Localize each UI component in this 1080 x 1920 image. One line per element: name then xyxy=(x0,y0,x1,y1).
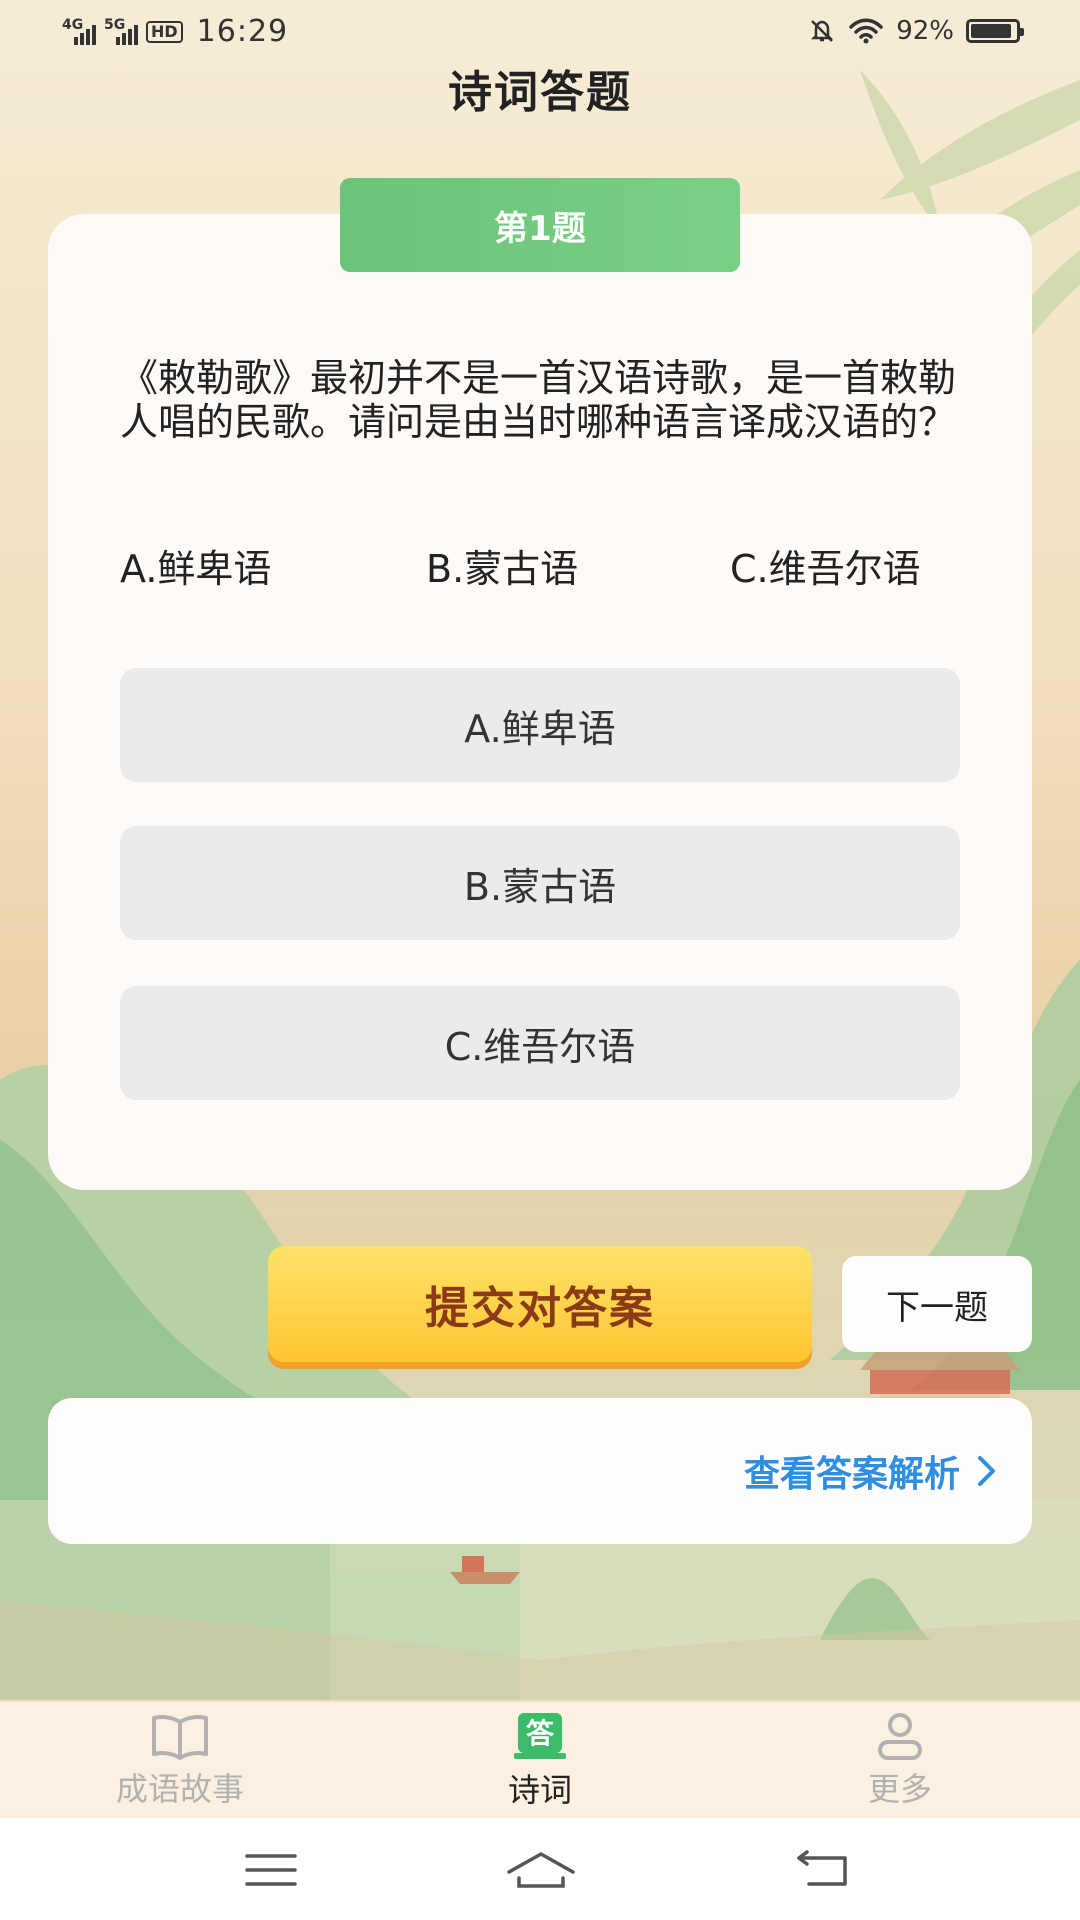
menu-button[interactable] xyxy=(226,1842,316,1898)
option-label-b: B.蒙古语 xyxy=(426,547,579,591)
answer-analysis-card: 查看答案解析 xyxy=(48,1398,1032,1544)
option-label-c: C.维吾尔语 xyxy=(730,547,921,591)
wifi-icon xyxy=(849,18,883,44)
tab-more[interactable]: 更多 xyxy=(780,1702,1020,1820)
option-button-c[interactable]: C.维吾尔语 xyxy=(120,986,960,1100)
user-icon xyxy=(878,1713,922,1760)
next-question-button[interactable]: 下一题 xyxy=(842,1256,1032,1352)
answer-icon: 答 xyxy=(514,1713,566,1759)
tab-label: 诗词 xyxy=(507,1771,572,1809)
signal-icon: 4G xyxy=(62,16,96,45)
bottom-tab-bar: 成语故事 答 诗词 更多 xyxy=(0,1700,1080,1818)
book-icon xyxy=(152,1715,208,1760)
menu-icon xyxy=(245,1854,297,1886)
mute-icon xyxy=(811,20,834,42)
page-title: 诗词答题 xyxy=(448,67,632,118)
signal-icon: 5G xyxy=(104,16,138,45)
chevron-right-icon xyxy=(978,1456,995,1486)
option-label-a: A.鲜卑语 xyxy=(120,547,272,591)
tab-label: 更多 xyxy=(867,1770,932,1808)
home-icon xyxy=(507,1852,575,1888)
tab-idiom-stories[interactable]: 成语故事 xyxy=(60,1702,300,1820)
hd-voice-icon: HD xyxy=(146,20,183,43)
question-text: 《敕勒歌》最初并不是一首汉语诗歌，是一首敕勒人唱的民歌。请问是由当时哪种语言译成… xyxy=(120,356,957,444)
option-button-a[interactable]: A.鲜卑语 xyxy=(120,668,960,782)
tab-label: 成语故事 xyxy=(115,1770,244,1808)
clock: 16:29 xyxy=(196,14,289,49)
network-type-label: 5G xyxy=(104,16,126,33)
system-nav-bar xyxy=(0,1818,1080,1920)
battery-percent: 92% xyxy=(896,16,954,46)
back-icon xyxy=(797,1850,847,1886)
back-button[interactable] xyxy=(778,1842,868,1898)
option-button-b[interactable]: B.蒙古语 xyxy=(120,826,960,940)
tab-poetry[interactable]: 答 诗词 xyxy=(420,1702,660,1820)
option-list-inline: A.鲜卑语 B.蒙古语 C.维吾尔语 xyxy=(120,538,960,591)
network-type-label: 4G xyxy=(62,16,84,33)
answer-icon-glyph: 答 xyxy=(526,1717,555,1750)
view-analysis-link[interactable]: 查看答案解析 xyxy=(744,1398,998,1544)
view-analysis-label: 查看答案解析 xyxy=(743,1454,960,1495)
home-button[interactable] xyxy=(496,1842,586,1898)
submit-answer-button[interactable]: 提交对答案 xyxy=(268,1246,812,1362)
battery-icon xyxy=(966,19,1024,43)
question-number-badge: 第1题 xyxy=(340,178,740,272)
